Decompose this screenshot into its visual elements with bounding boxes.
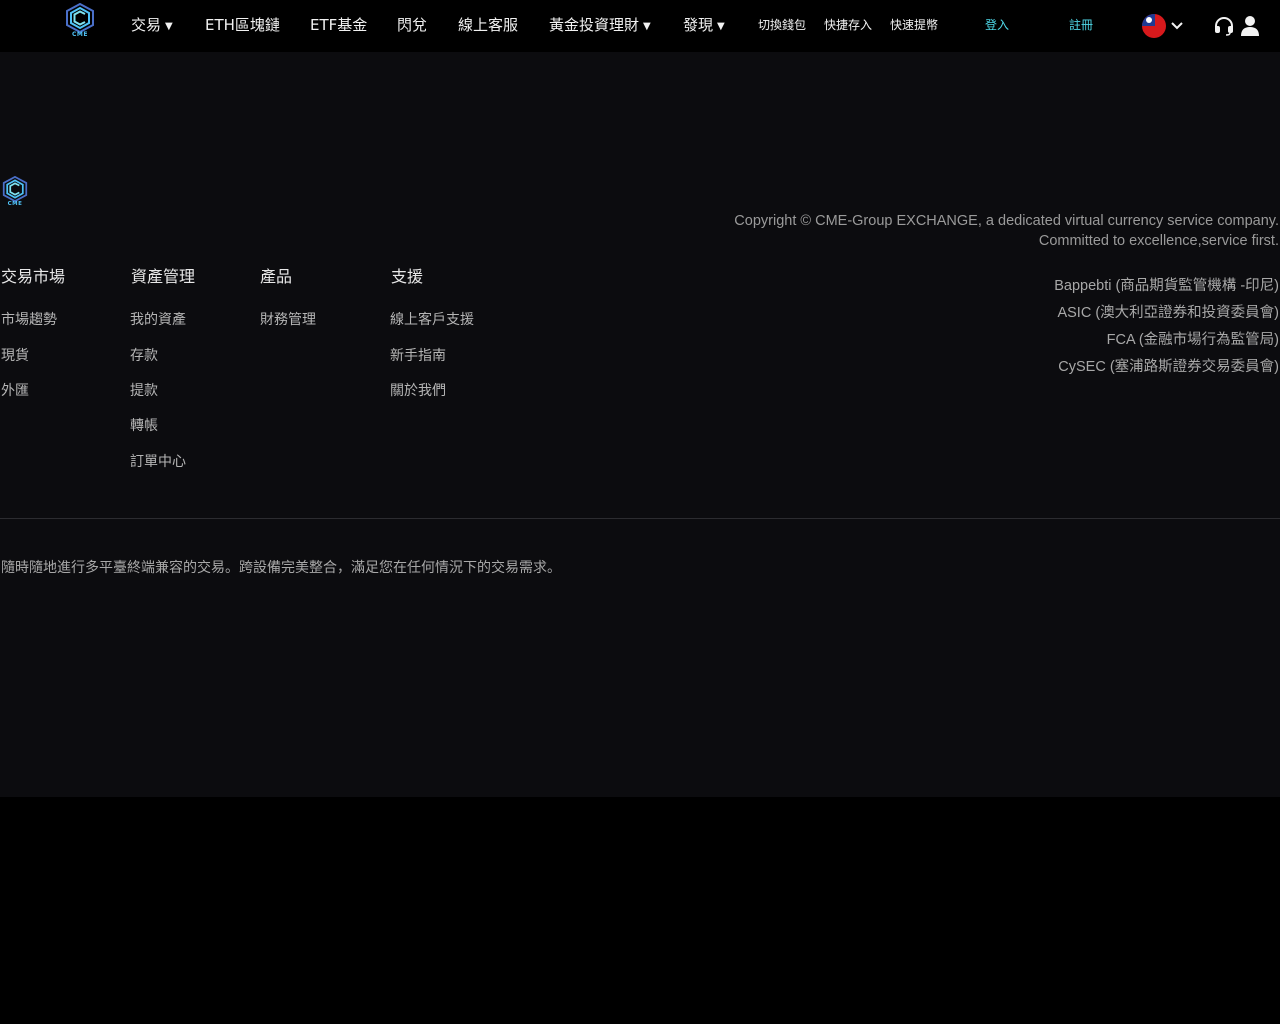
top-navigation-bar: CME 交易 ▼ ETH區塊鏈 ETF基金 閃兌 線上客服 黃金投資理財 ▼ 發現 ▼…: [0, 0, 1280, 52]
register-link[interactable]: 註冊: [1069, 17, 1093, 33]
nav-item-eth-blockchain[interactable]: ETH區塊鏈: [205, 15, 280, 35]
cme-logo[interactable]: CME: [64, 2, 96, 41]
nav-item-label: 線上客服: [458, 16, 519, 34]
footer-tagline: 隨時隨地進行多平臺終端兼容的交易。跨設備完美整合，滿足您在任何情況下的交易需求。: [1, 560, 561, 576]
footer-link-online-support[interactable]: 線上客戶支援: [390, 310, 474, 330]
quick-deposit-link[interactable]: 快捷存入: [824, 17, 872, 33]
cme-logo-icon: [2, 175, 28, 203]
regulator-asic[interactable]: ASIC (澳大利亞證券和投資委員會): [1057, 303, 1279, 323]
footer-heading-asset-management: 資產管理: [131, 267, 196, 286]
taiwan-flag-icon[interactable]: [1142, 14, 1166, 38]
footer-link-financial-management[interactable]: 財務管理: [260, 310, 316, 330]
nav-item-gold-investment[interactable]: 黃金投資理財 ▼: [549, 15, 651, 37]
footer-link-transfer[interactable]: 轉帳: [130, 416, 158, 436]
nav-item-label: 黃金投資理財: [549, 16, 640, 34]
chevron-down-icon[interactable]: [1170, 17, 1184, 35]
footer-heading-products: 產品: [260, 267, 293, 286]
nav-item-etf-fund[interactable]: ETF基金: [310, 15, 367, 35]
nav-item-discover[interactable]: 發現 ▼: [683, 15, 725, 37]
regulator-cysec[interactable]: CySEC (塞浦路斯證券交易委員會): [1058, 357, 1279, 377]
login-link[interactable]: 登入: [985, 17, 1009, 33]
copyright-line: Copyright © CME-Group EXCHANGE, a dedica…: [734, 213, 1279, 229]
headset-icon[interactable]: [1213, 15, 1235, 37]
footer-heading-markets: 交易市場: [1, 267, 66, 286]
footer-link-my-assets[interactable]: 我的資產: [130, 310, 186, 330]
nav-item-label: ETF基金: [310, 16, 368, 34]
caret-down-icon: ▼: [165, 21, 173, 32]
footer-link-about-us[interactable]: 關於我們: [390, 381, 446, 401]
caret-down-icon: ▼: [717, 21, 725, 32]
regulator-bappebti[interactable]: Bappebti (商品期貨監管機構 -印尼): [1054, 276, 1279, 296]
footer-link-beginner-guide[interactable]: 新手指南: [390, 346, 446, 366]
user-icon[interactable]: [1240, 15, 1260, 37]
nav-item-flash-swap[interactable]: 閃兌: [397, 15, 427, 35]
nav-item-trade[interactable]: 交易 ▼: [131, 15, 173, 37]
footer-link-withdraw[interactable]: 提款: [130, 381, 158, 401]
logo-text: CME: [72, 31, 88, 38]
nav-item-online-support[interactable]: 線上客服: [458, 15, 518, 35]
nav-item-label: ETH區塊鏈: [205, 16, 280, 34]
footer-link-deposit[interactable]: 存款: [130, 346, 158, 366]
footer-logo[interactable]: CME: [1, 175, 29, 210]
footer-heading-support: 支援: [391, 267, 424, 286]
footer-divider: [0, 518, 1280, 519]
nav-item-label: 發現: [683, 16, 714, 34]
nav-item-label: 閃兌: [397, 16, 428, 34]
flag-sun: [1146, 17, 1152, 23]
nav-item-label: 交易: [131, 16, 162, 34]
footer-link-spot[interactable]: 現貨: [1, 346, 29, 366]
copyright-slogan: Committed to excellence,service first.: [1038, 233, 1279, 249]
cme-logo-icon: [66, 2, 94, 34]
regulator-fca[interactable]: FCA (金融市場行為監管局): [1107, 330, 1279, 350]
page-content: CME 交易市場 市場趨勢 現貨 外匯 資產管理 我的資產 存款 提款 轉帳 訂…: [0, 52, 1280, 797]
footer-link-order-center[interactable]: 訂單中心: [130, 452, 186, 472]
caret-down-icon: ▼: [643, 21, 651, 32]
logo-text: CME: [7, 201, 23, 207]
copyright-notice: Copyright © CME-Group EXCHANGE, a dedica…: [734, 211, 1279, 251]
footer-link-market-trends[interactable]: 市場趨勢: [1, 310, 57, 330]
switch-wallet-link[interactable]: 切換錢包: [758, 17, 806, 33]
footer-link-forex[interactable]: 外匯: [1, 381, 29, 401]
quick-withdraw-link[interactable]: 快速提幣: [890, 17, 938, 33]
